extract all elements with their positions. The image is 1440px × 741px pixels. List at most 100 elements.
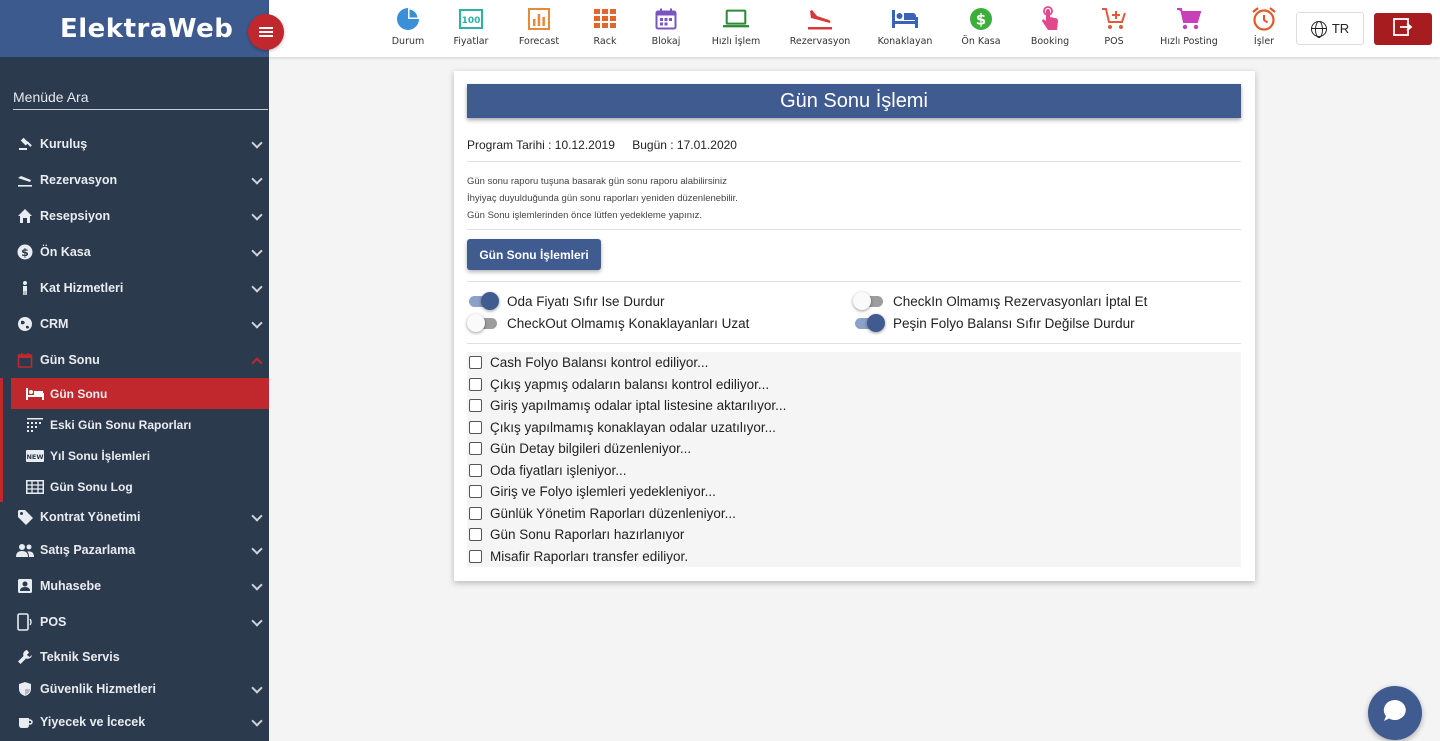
sidebar-item-guvenlik-hizmetleri[interactable]: Güvenlik Hizmetleri [0, 674, 269, 704]
chevron-down-icon [251, 615, 263, 627]
toolbar-label: POS [1104, 36, 1124, 47]
plane-landing-icon [16, 171, 34, 189]
language-label: TR [1331, 21, 1350, 36]
alarm-icon [1251, 6, 1277, 32]
people-icon [16, 541, 34, 559]
toggle-switch[interactable] [467, 292, 499, 310]
sidebar-item-label: Kat Hizmetleri [40, 281, 124, 295]
wrench-icon [16, 648, 34, 666]
gun-sonu-card: Gün Sonu İşlemi Program Tarihi : 10.12.2… [454, 71, 1255, 581]
checklist-item[interactable]: Giriş yapılmamış odalar iptal listesine … [469, 398, 786, 413]
sidebar-item-satis-pazarlama[interactable]: Satış Pazarlama [0, 532, 269, 568]
chevron-down-icon [251, 137, 263, 149]
svg-text:100: 100 [462, 16, 481, 26]
touch-icon [1037, 6, 1063, 32]
checkbox[interactable] [469, 399, 482, 412]
chevron-down-icon [251, 245, 263, 257]
price-icon: 100 [458, 6, 484, 32]
info-text: Gün sonu raporu tuşuna basarak gün sonu … [467, 173, 738, 224]
sidebar-item-kat-hizmetleri[interactable]: Kat Hizmetleri [0, 270, 269, 306]
toggle-pesin-folyo[interactable]: Peşin Folyo Balansı Sıfır Değilse Durdur [853, 314, 1135, 332]
checkbox[interactable] [469, 442, 482, 455]
toolbar-item-pos[interactable]: POS [1079, 6, 1149, 47]
toolbar-item-blokaj[interactable]: Blokaj [631, 6, 701, 47]
checkbox[interactable] [469, 506, 482, 520]
toolbar-item-booking[interactable]: Booking [1015, 6, 1085, 47]
checkbox[interactable] [469, 528, 482, 541]
checklist-item[interactable]: Günlük Yönetim Raporları düzenleniyor... [469, 506, 736, 521]
checklist-item[interactable]: Giriş ve Folyo işlemleri yedekleniyor... [469, 484, 716, 499]
toggle-checkout-uzat[interactable]: CheckOut Olmamış Konaklayanları Uzat [467, 314, 749, 332]
checklist-item[interactable]: Çıkış yapmış odaların balansı kontrol ed… [469, 377, 769, 392]
tag-icon [16, 508, 34, 526]
gun-sonu-islemleri-button[interactable]: Gün Sonu İşlemleri [467, 239, 601, 270]
toggle-oda-fiyati[interactable]: Oda Fiyatı Sıfır Ise Durdur [467, 292, 665, 310]
chevron-down-icon [251, 715, 263, 727]
checklist-item[interactable]: Misafir Raporları transfer ediliyor. [469, 549, 688, 564]
menu-toggle-button[interactable] [248, 14, 284, 50]
toggle-switch[interactable] [853, 314, 885, 332]
sidebar-item-resepsiyon[interactable]: Resepsiyon [0, 198, 269, 234]
checklist-item[interactable]: Oda fiyatları işleniyor... [469, 463, 627, 478]
checkbox[interactable] [469, 485, 482, 498]
checklist-item[interactable]: Çıkış yapılmamış konaklayan odalar uzatı… [469, 420, 776, 435]
sidebar-item-kurulus[interactable]: Kuruluş [0, 126, 269, 162]
sidebar-item-label: Ön Kasa [40, 245, 91, 259]
sidebar-subitem-gun-sonu[interactable]: Gün Sonu [11, 378, 269, 409]
sidebar-item-on-kasa[interactable]: $ Ön Kasa [0, 234, 269, 270]
sidebar-subitem-label: Gün Sonu [50, 386, 108, 401]
toolbar-item-fiyatlar[interactable]: 100 Fiyatlar [436, 6, 506, 47]
sidebar-submenu-gun-sonu: Gün Sonu Eski Gün Sonu Raporları NEW Yıl… [0, 378, 269, 502]
toolbar-item-konaklayan[interactable]: Konaklayan [870, 6, 940, 47]
logout-button[interactable] [1374, 13, 1432, 45]
toggle-switch[interactable] [853, 292, 885, 310]
chat-button[interactable] [1368, 686, 1422, 740]
checkbox[interactable] [469, 420, 482, 434]
gavel-icon [16, 135, 34, 153]
toolbar-label: Durum [391, 36, 425, 47]
toolbar-item-durum[interactable]: Durum [373, 6, 443, 47]
dollar-circle-icon: $ [968, 6, 994, 32]
toolbar-item-hizli-islem[interactable]: Hızlı İşlem [701, 6, 771, 47]
toolbar-item-forecast[interactable]: Forecast [504, 6, 574, 47]
sidebar-item-label: Teknik Servis [40, 650, 120, 664]
sidebar-item-teknik-servis[interactable]: Teknik Servis [0, 640, 269, 674]
sidebar-item-gun-sonu[interactable]: Gün Sonu [0, 342, 269, 378]
sidebar-item-kontrat-yonetimi[interactable]: Kontrat Yönetimi [0, 502, 269, 532]
checkbox[interactable] [469, 377, 482, 391]
chevron-down-icon [251, 173, 263, 185]
date-info: Program Tarihi : 10.12.2019 Bugün : 17.0… [467, 138, 751, 152]
checkbox[interactable] [469, 356, 482, 369]
chevron-down-icon [251, 579, 263, 591]
sidebar-subitem-yil-sonu-islemleri[interactable]: NEW Yıl Sonu İşlemleri [3, 440, 269, 471]
toolbar-item-hizli-posting[interactable]: Hızlı Posting [1154, 6, 1224, 47]
divider [467, 161, 1241, 162]
sidebar-subitem-eski-gun-sonu-raporlari[interactable]: Eski Gün Sonu Raporları [3, 409, 269, 440]
toolbar-item-rezervasyon[interactable]: Rezervasyon [785, 6, 855, 47]
checklist-item[interactable]: Gün Sonu Raporları hazırlanıyor [469, 527, 684, 542]
sidebar-item-muhasebe[interactable]: Muhasebe [0, 568, 269, 604]
toggle-checkin-iptal[interactable]: CheckIn Olmamış Rezervasyonları İptal Et [853, 292, 1147, 310]
toggle-label: CheckOut Olmamış Konaklayanları Uzat [507, 315, 750, 331]
sidebar-subitem-gun-sonu-log[interactable]: Gün Sonu Log [3, 471, 269, 502]
checkbox[interactable] [469, 463, 482, 477]
checkbox[interactable] [469, 549, 482, 563]
checklist-label: Misafir Raporları transfer ediliyor. [490, 548, 689, 564]
sidebar-item-rezervasyon[interactable]: Rezervasyon [0, 162, 269, 198]
checklist-item[interactable]: Cash Folyo Balansı kontrol ediliyor... [469, 355, 708, 370]
menu-search-input[interactable]: Menüde Ara [13, 89, 89, 105]
toolbar-item-isler[interactable]: İşler [1229, 6, 1299, 47]
toggle-switch[interactable] [467, 314, 499, 332]
mobile-icon [16, 613, 34, 631]
bar-chart-icon [526, 6, 552, 32]
toolbar-item-rack[interactable]: Rack [570, 6, 640, 47]
toolbar-item-on-kasa[interactable]: $ Ön Kasa [946, 6, 1016, 47]
sidebar-item-crm[interactable]: CRM [0, 306, 269, 342]
checklist-label: Çıkış yapılmamış konaklayan odalar uzatı… [490, 419, 776, 435]
laptop-icon [723, 6, 749, 32]
checklist-item[interactable]: Gün Detay bilgileri düzenleniyor... [469, 441, 691, 456]
sidebar-item-label: Rezervasyon [40, 173, 118, 187]
language-selector[interactable]: TR [1296, 12, 1364, 45]
sidebar-item-pos[interactable]: POS [0, 604, 269, 640]
sidebar-item-yiyecek-ve-icecek[interactable]: Yiyecek ve İcecek [0, 704, 269, 740]
